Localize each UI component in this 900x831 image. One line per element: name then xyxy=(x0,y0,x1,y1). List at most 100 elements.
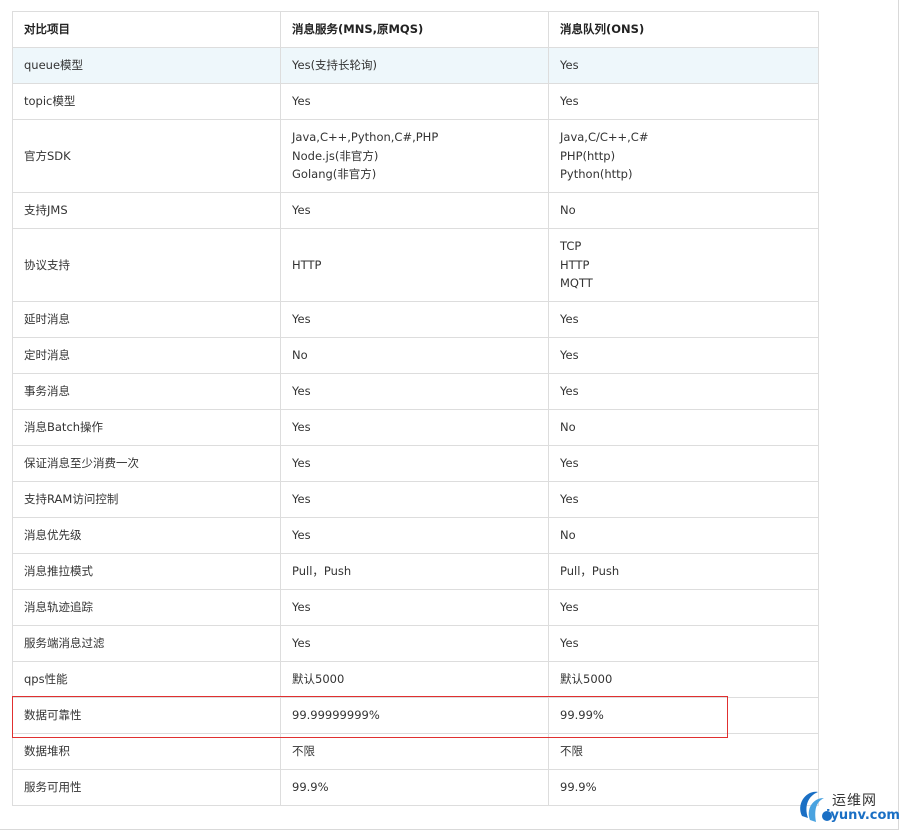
cell-line: Yes xyxy=(560,94,579,109)
row-ons-cell: Yes xyxy=(548,589,819,626)
row-ons-cell: No xyxy=(548,409,819,446)
row-ons-cell: Java,C/C++,C# PHP(http) Python(http) xyxy=(548,119,819,193)
row-mns-cell: Yes xyxy=(280,517,549,554)
row-ons-cell: Pull，Push xyxy=(548,553,819,590)
table-row: topic模型 Yes Yes xyxy=(12,83,819,120)
row-item-label: topic模型 xyxy=(12,83,281,120)
table-row: 延时消息 Yes Yes xyxy=(12,301,819,338)
cell-line: Yes xyxy=(292,528,311,543)
row-item-label: 保证消息至少消费一次 xyxy=(12,445,281,482)
cell-line: No xyxy=(292,348,308,363)
table-row: 支持JMS Yes No xyxy=(12,192,819,229)
row-mns-cell: Yes xyxy=(280,192,549,229)
row-item-label: 事务消息 xyxy=(12,373,281,410)
cell-line: Yes xyxy=(292,600,311,615)
cell-line: Yes xyxy=(560,492,579,507)
row-ons-cell: No xyxy=(548,192,819,229)
cell-line: Node.js(非官方) xyxy=(292,148,379,163)
table-row: 消息轨迹追踪 Yes Yes xyxy=(12,589,819,626)
row-ons-cell: Yes xyxy=(548,373,819,410)
row-item-label: 消息Batch操作 xyxy=(12,409,281,446)
row-mns-cell: Yes(支持长轮询) xyxy=(280,47,549,84)
watermark-cn-text: 运维网 xyxy=(832,793,877,809)
table-row: 保证消息至少消费一次 Yes Yes xyxy=(12,445,819,482)
row-item-label: 消息推拉模式 xyxy=(12,553,281,590)
row-mns-cell: 不限 xyxy=(280,733,549,770)
table-row: 消息优先级 Yes No xyxy=(12,517,819,554)
cell-line: HTTP xyxy=(292,257,322,272)
row-item-label: 定时消息 xyxy=(12,337,281,374)
row-mns-cell: No xyxy=(280,337,549,374)
cell-line: 默认5000 xyxy=(560,672,613,687)
row-mns-cell: Yes xyxy=(280,409,549,446)
cell-line: Pull，Push xyxy=(292,564,352,579)
cell-line: Yes(支持长轮询) xyxy=(292,58,378,73)
cell-line: Yes xyxy=(292,420,311,435)
row-ons-cell: 不限 xyxy=(548,733,819,770)
cell-line: Yes xyxy=(292,492,311,507)
table-row: 定时消息 No Yes xyxy=(12,337,819,374)
row-item-label: 支持RAM访问控制 xyxy=(12,481,281,518)
header-item: 对比项目 xyxy=(12,11,281,48)
cell-line: No xyxy=(560,203,576,218)
row-item-label: 延时消息 xyxy=(12,301,281,338)
table-row: 消息推拉模式 Pull，Push Pull，Push xyxy=(12,553,819,590)
row-mns-cell: 默认5000 xyxy=(280,661,549,698)
table-row: 服务可用性 99.9% 99.9% xyxy=(12,769,819,806)
cell-line: Yes xyxy=(292,312,311,327)
row-mns-cell: Yes xyxy=(280,625,549,662)
comparison-table: 对比项目 消息服务(MNS,原MQS) 消息队列(ONS) queue模型 Yes… xyxy=(12,11,819,806)
cell-line: HTTP xyxy=(560,257,590,272)
cell-line: 99.99% xyxy=(560,708,604,723)
cell-line: Python(http) xyxy=(560,167,633,182)
cell-line: Yes xyxy=(560,58,579,73)
cell-line: 不限 xyxy=(292,744,315,759)
row-item-label: 数据可靠性 xyxy=(12,697,281,734)
row-ons-cell: No xyxy=(548,517,819,554)
cell-line: Yes xyxy=(560,384,579,399)
row-mns-cell: 99.9% xyxy=(280,769,549,806)
cell-line: PHP(http) xyxy=(560,148,616,163)
cell-line: Pull，Push xyxy=(560,564,620,579)
table-row: 数据堆积 不限 不限 xyxy=(12,733,819,770)
row-ons-cell: TCP HTTP MQTT xyxy=(548,228,819,302)
cell-line: 99.9% xyxy=(292,780,329,795)
cell-line: Yes xyxy=(292,636,311,651)
cell-line: Yes xyxy=(292,94,311,109)
cell-line: Yes xyxy=(560,456,579,471)
table-row: 事务消息 Yes Yes xyxy=(12,373,819,410)
table-row: 服务端消息过滤 Yes Yes xyxy=(12,625,819,662)
row-item-label: queue模型 xyxy=(12,47,281,84)
row-mns-cell: Yes xyxy=(280,445,549,482)
row-ons-cell: Yes xyxy=(548,481,819,518)
row-item-label: 消息轨迹追踪 xyxy=(12,589,281,626)
cell-line: TCP xyxy=(560,239,582,254)
table-row: 消息Batch操作 Yes No xyxy=(12,409,819,446)
table-row: 数据可靠性 99.99999999% 99.99% xyxy=(12,697,819,734)
row-item-label: 官方SDK xyxy=(12,119,281,193)
row-item-label: 服务可用性 xyxy=(12,769,281,806)
cell-line: Java,C/C++,C# xyxy=(560,130,649,145)
cell-line: 默认5000 xyxy=(292,672,345,687)
cell-line: Golang(非官方) xyxy=(292,167,377,182)
row-item-label: 数据堆积 xyxy=(12,733,281,770)
row-mns-cell: Yes xyxy=(280,83,549,120)
row-ons-cell: Yes xyxy=(548,83,819,120)
row-item-label: 消息优先级 xyxy=(12,517,281,554)
cell-line: 不限 xyxy=(560,744,583,759)
row-ons-cell: 99.9% xyxy=(548,769,819,806)
table-header-row: 对比项目 消息服务(MNS,原MQS) 消息队列(ONS) xyxy=(12,11,819,48)
cell-line: No xyxy=(560,420,576,435)
cell-line: MQTT xyxy=(560,276,593,291)
row-ons-cell: Yes xyxy=(548,337,819,374)
row-mns-cell: Yes xyxy=(280,589,549,626)
row-ons-cell: 默认5000 xyxy=(548,661,819,698)
row-mns-cell: Yes xyxy=(280,373,549,410)
cell-line: Yes xyxy=(560,348,579,363)
row-mns-cell: Yes xyxy=(280,481,549,518)
row-ons-cell: Yes xyxy=(548,47,819,84)
row-mns-cell: HTTP xyxy=(280,228,549,302)
header-ons: 消息队列(ONS) xyxy=(548,11,819,48)
cell-line: Yes xyxy=(292,456,311,471)
row-ons-cell: Yes xyxy=(548,625,819,662)
